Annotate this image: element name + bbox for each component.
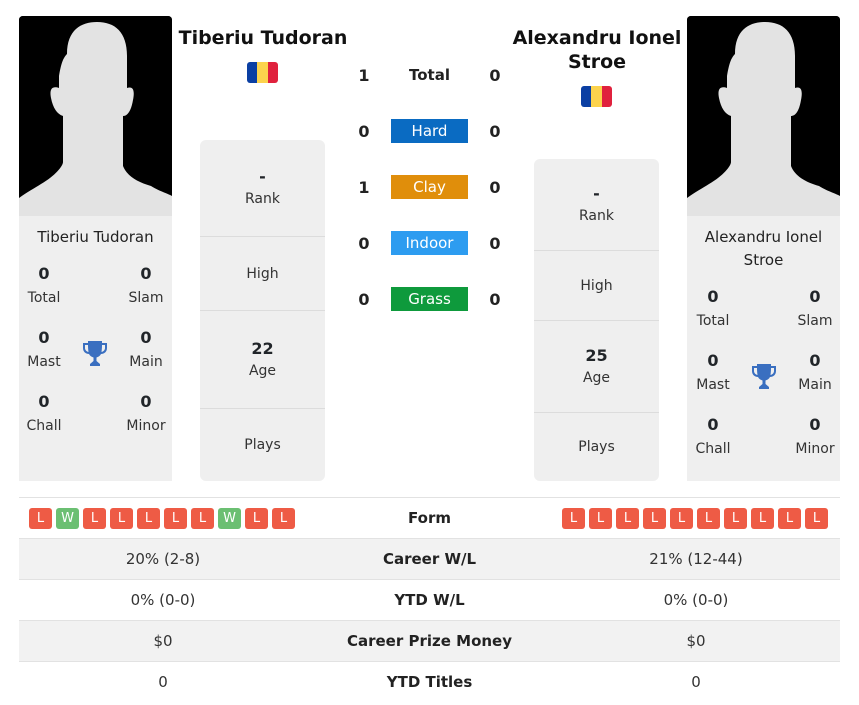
form-loss-badge[interactable]: L [751,507,774,529]
surface-total-label: Total [409,66,450,84]
titles-main: 0 Main [129,328,163,370]
player2-name[interactable]: Alexandru Ionel Stroe [506,26,688,74]
player1-card-name[interactable]: Tiberiu Tudoran [19,216,172,249]
form-loss-badge[interactable]: L [245,507,268,529]
surface-hard-badge[interactable]: Hard [391,119,468,143]
titles-minor: 0 Minor [795,415,835,457]
player1-ytd-titles: 0 [158,673,168,691]
player1-form: LWLLLLLWLL [19,507,307,529]
player1-info-card: - Rank High 22 Age Plays [200,140,325,481]
h2h-clay-row: 1 Clay 0 [350,175,510,199]
titles-chall: 0 Chall [26,392,62,434]
romania-flag-icon [581,86,612,107]
form-label: Form [408,509,451,527]
player-silhouette-icon [19,16,172,216]
prize-money-label: Career Prize Money [346,632,512,650]
player-silhouette-icon [687,16,840,216]
titles-minor: 0 Minor [126,392,166,434]
flag-stripe [591,86,602,107]
titles-main: 0 Main [798,351,832,393]
info-rank: - Rank [534,159,659,251]
player2-ytd-wl: 0% (0-0) [663,591,729,609]
player2-photo [687,16,840,216]
titles-slam: 0 Slam [797,287,833,329]
player2-prize-money: $0 [686,632,706,650]
form-loss-badge[interactable]: L [83,507,106,529]
form-loss-badge[interactable]: L [697,507,720,529]
form-loss-badge[interactable]: L [616,507,639,529]
career-wl-row: 20% (2-8) Career W/L 21% (12-44) [19,538,840,579]
player2-ytd-titles: 0 [691,673,701,691]
form-win-badge[interactable]: W [56,507,79,529]
surface-grass-badge[interactable]: Grass [391,287,468,311]
surface-clay-badge[interactable]: Clay [391,175,468,199]
player1-photo [19,16,172,216]
form-loss-badge[interactable]: L [670,507,693,529]
h2h-grass-row: 0 Grass 0 [350,287,510,311]
form-loss-badge[interactable]: L [110,507,133,529]
prize-money-row: $0 Career Prize Money $0 [19,620,840,661]
comparison-table: LWLLLLLWLL Form LLLLLLLLLL 20% (2-8) Car… [19,497,840,702]
info-high: High [534,251,659,321]
ytd-titles-row: 0 YTD Titles 0 [19,661,840,702]
form-loss-badge[interactable]: L [724,507,747,529]
player1-career-wl: 20% (2-8) [125,550,201,568]
form-row: LWLLLLLWLL Form LLLLLLLLLL [19,497,840,538]
player2-card-name[interactable]: Alexandru Ionel Stroe [687,216,840,272]
form-loss-badge[interactable]: L [191,507,214,529]
form-loss-badge[interactable]: L [643,507,666,529]
info-age: 25 Age [534,321,659,413]
info-rank: - Rank [200,140,325,237]
player1-prize-money: $0 [153,632,173,650]
flag-stripe [247,62,258,83]
titles-total: 0 Total [696,287,730,329]
form-loss-badge[interactable]: L [778,507,801,529]
trophy-icon [82,339,108,367]
form-loss-badge[interactable]: L [164,507,187,529]
flag-stripe [257,62,268,83]
trophy-icon [751,362,777,390]
form-win-badge[interactable]: W [218,507,241,529]
form-loss-badge[interactable]: L [805,507,828,529]
form-loss-badge[interactable]: L [29,507,52,529]
titles-slam: 0 Slam [128,264,164,306]
player2-info-card: - Rank High 25 Age Plays [534,159,659,481]
info-age: 22 Age [200,311,325,409]
career-wl-label: Career W/L [382,550,477,568]
player2-form: LLLLLLLLLL [552,507,840,529]
form-loss-badge[interactable]: L [589,507,612,529]
surface-indoor-badge[interactable]: Indoor [391,231,468,255]
form-loss-badge[interactable]: L [272,507,295,529]
romania-flag-icon [247,62,278,83]
form-loss-badge[interactable]: L [562,507,585,529]
h2h-total-row: 1 Total 0 [350,63,510,87]
ytd-wl-label: YTD W/L [394,591,465,609]
titles-total: 0 Total [27,264,61,306]
player1-ytd-wl: 0% (0-0) [130,591,196,609]
h2h-indoor-row: 0 Indoor 0 [350,231,510,255]
player2-titles-card: Alexandru Ionel Stroe 0 Total 0 Slam 0 M… [687,216,840,481]
titles-mast: 0 Mast [27,328,61,370]
player2-career-wl: 21% (12-44) [649,550,743,568]
ytd-titles-label: YTD Titles [386,673,473,691]
info-high: High [200,237,325,311]
h2h-hard-row: 0 Hard 0 [350,119,510,143]
flag-stripe [601,86,612,107]
titles-mast: 0 Mast [696,351,730,393]
ytd-wl-row: 0% (0-0) YTD W/L 0% (0-0) [19,579,840,620]
info-plays: Plays [578,439,615,455]
player1-titles-card: Tiberiu Tudoran 0 Total 0 Slam 0 Mast 0 … [19,216,172,481]
form-loss-badge[interactable]: L [137,507,160,529]
flag-stripe [267,62,278,83]
info-plays: Plays [244,437,281,453]
player1-name[interactable]: Tiberiu Tudoran [172,26,354,50]
flag-stripe [581,86,592,107]
titles-chall: 0 Chall [695,415,731,457]
